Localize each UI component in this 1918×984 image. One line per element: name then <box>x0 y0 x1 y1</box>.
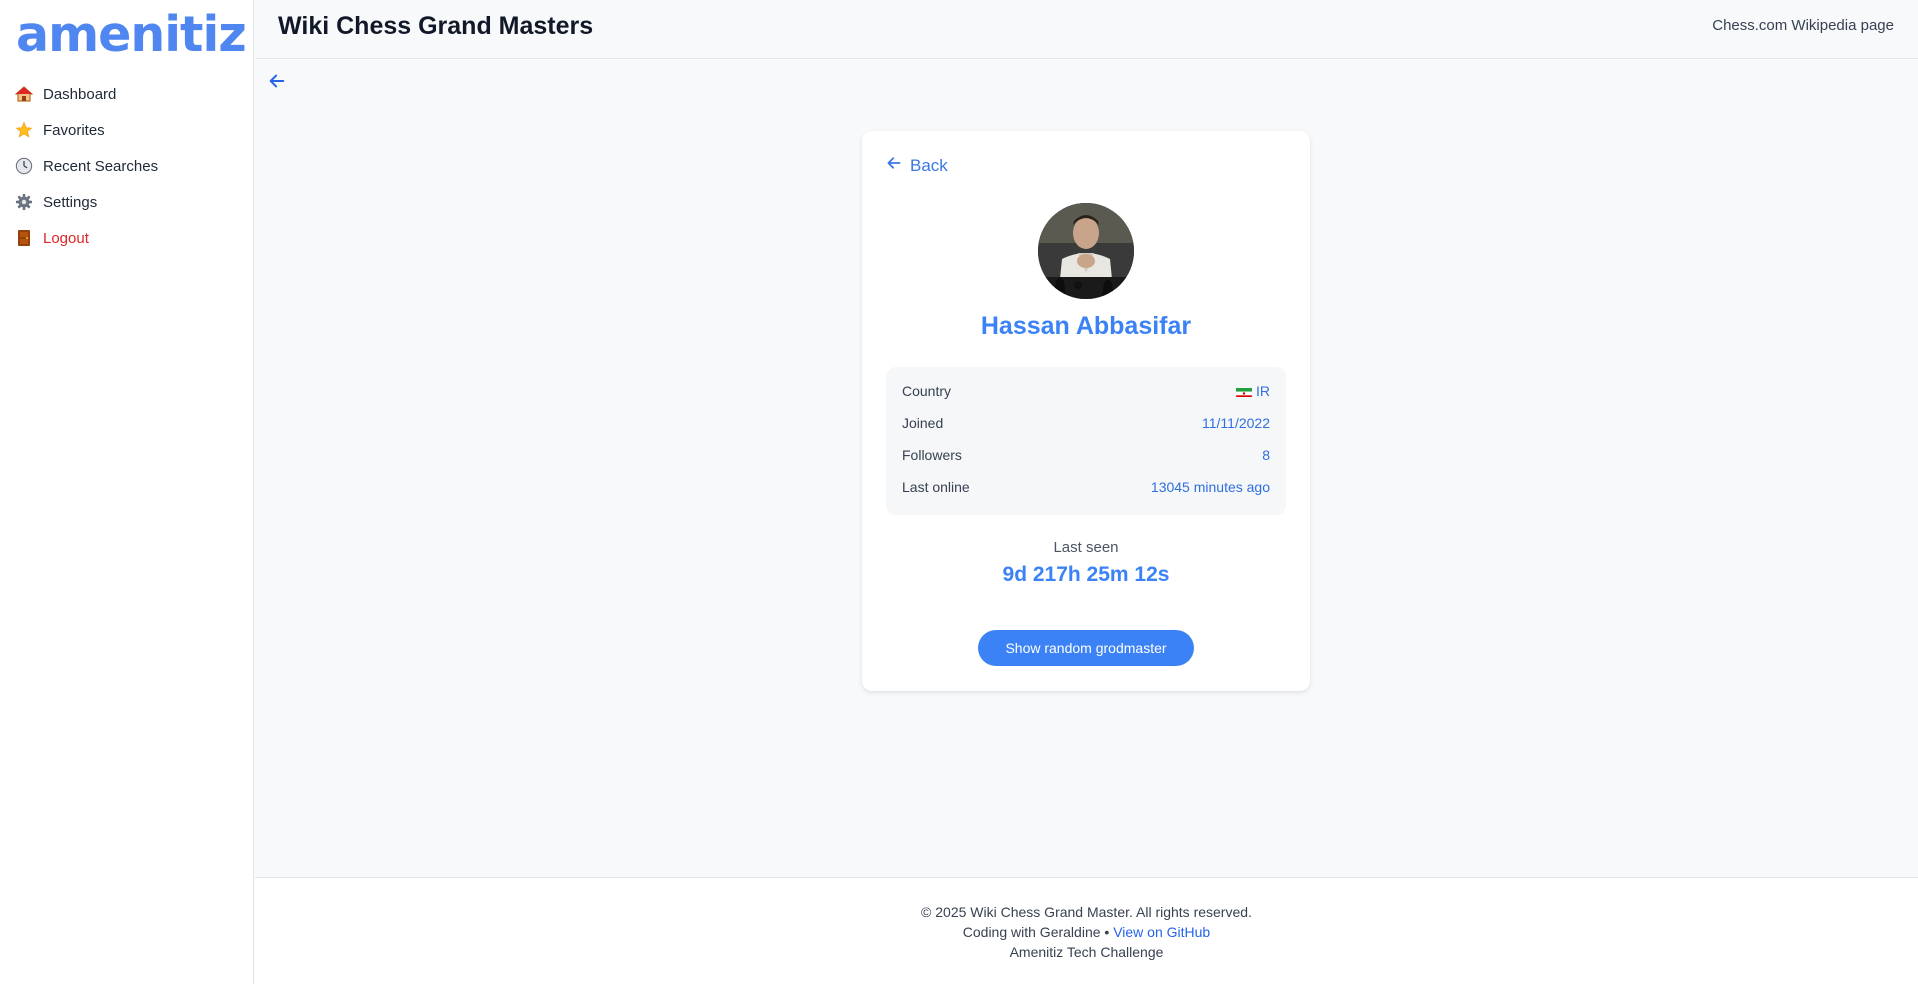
gear-icon <box>14 192 34 212</box>
info-label: Last online <box>902 479 970 495</box>
info-label: Country <box>902 383 952 399</box>
sidebar-item-label: Favorites <box>43 121 105 139</box>
logo[interactable]: amenitiz <box>16 6 247 63</box>
show-random-grandmaster-button[interactable]: Show random grodmaster <box>978 630 1194 666</box>
info-value: IR <box>1236 383 1270 399</box>
info-row-joined: Joined 11/11/2022 <box>902 407 1270 439</box>
profile-card: Back Hassan Abbasifar Country IR Joined … <box>862 131 1310 691</box>
arrow-left-icon <box>268 74 286 94</box>
info-value: 13045 minutes ago <box>1150 479 1270 495</box>
github-link[interactable]: View on GitHub <box>1113 924 1210 940</box>
arrow-left-icon <box>886 155 910 176</box>
sidebar-item-label: Dashboard <box>43 85 117 103</box>
info-value: 11/11/2022 <box>1202 415 1270 431</box>
info-label: Joined <box>902 415 944 431</box>
top-header: Wiki Chess Grand Masters Chess.com Wikip… <box>255 0 1918 59</box>
footer-copyright: © 2025 Wiki Chess Grand Master. All righ… <box>921 904 1252 920</box>
iran-flag-icon <box>1236 386 1252 397</box>
page-title: Wiki Chess Grand Masters <box>278 12 594 40</box>
info-row-followers: Followers 8 <box>902 439 1270 471</box>
sidebar-item-label: Settings <box>43 193 98 211</box>
back-button[interactable]: Back <box>886 155 948 176</box>
last-seen-timer: 9d 217h 25m 12s <box>1002 563 1170 586</box>
footer-credit: Coding with Geraldine <box>962 924 1101 940</box>
clock-icon <box>14 156 34 176</box>
player-info-box: Country IR Joined 11/11/2022 Followers 8 <box>886 367 1286 515</box>
footer-credit-line: Coding with Geraldine • View on GitHub <box>255 922 1918 942</box>
info-row-last-online: Last online 13045 minutes ago <box>902 471 1270 503</box>
sidebar: amenitiz Dashboard Favorites Recent Sear… <box>0 0 254 984</box>
sidebar-item-favorites[interactable]: Favorites <box>0 112 254 148</box>
player-name: Hassan Abbasifar <box>980 312 1192 340</box>
info-value: 8 <box>1262 447 1270 463</box>
info-row-country: Country IR <box>902 375 1270 407</box>
footer-separator: • <box>1104 924 1110 940</box>
star-icon <box>14 120 34 140</box>
back-button-label: Back <box>910 155 948 175</box>
home-icon <box>14 84 34 104</box>
wikipedia-link[interactable]: Chess.com Wikipedia page <box>1712 17 1894 34</box>
last-seen-label: Last seen <box>1053 539 1119 556</box>
info-label: Followers <box>902 447 962 463</box>
sidebar-item-dashboard[interactable]: Dashboard <box>0 76 254 112</box>
sidebar-item-label: Logout <box>43 229 89 247</box>
avatar <box>1038 203 1134 299</box>
country-code: IR <box>1256 383 1270 399</box>
sidebar-item-label: Recent Searches <box>43 157 159 175</box>
sidebar-nav: Dashboard Favorites Recent Searches Sett… <box>0 76 254 256</box>
footer: © 2025 Wiki Chess Grand Master. All righ… <box>255 877 1918 984</box>
sidebar-item-recent-searches[interactable]: Recent Searches <box>0 148 254 184</box>
sidebar-item-logout[interactable]: Logout <box>0 220 254 256</box>
footer-challenge: Amenitiz Tech Challenge <box>1009 944 1164 960</box>
door-icon <box>14 228 34 248</box>
sidebar-item-settings[interactable]: Settings <box>0 184 254 220</box>
back-arrow-button[interactable] <box>268 72 288 92</box>
